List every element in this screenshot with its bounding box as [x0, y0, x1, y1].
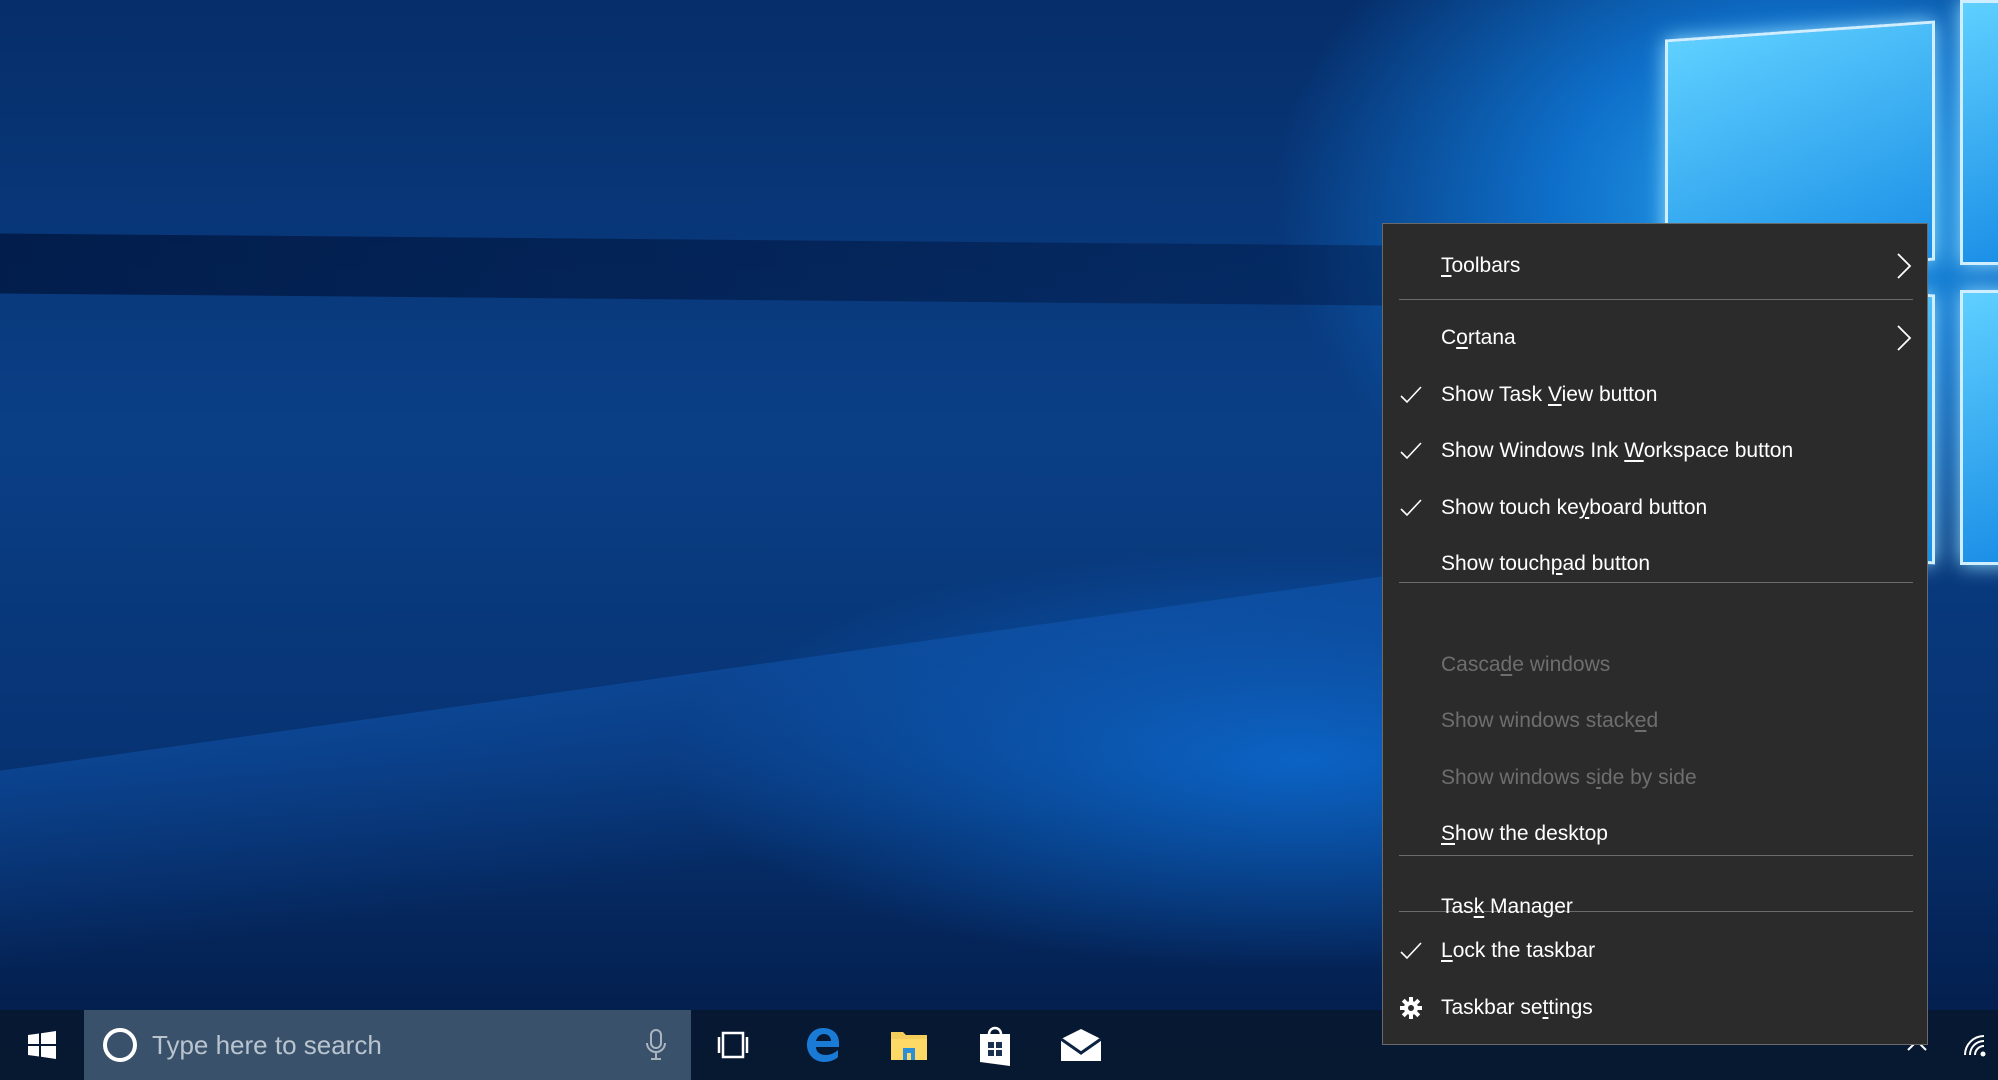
- label-text: de by side: [1600, 766, 1697, 789]
- task-view-button[interactable]: [700, 1010, 766, 1080]
- label-text: ad button: [1562, 552, 1651, 575]
- cortana-icon: [103, 1028, 137, 1062]
- edge-icon: [807, 1028, 839, 1062]
- label-text: d: [1646, 709, 1659, 732]
- search-input[interactable]: Type here to search: [152, 1030, 382, 1061]
- chevron-right-icon: [1897, 253, 1912, 279]
- menu-item-label: Show windows stacked: [1441, 709, 1658, 733]
- store-icon: [980, 1026, 1010, 1066]
- access-key: e: [1634, 709, 1647, 732]
- label-text: Show touch ke: [1441, 496, 1579, 519]
- menu-item-label: Cortana: [1441, 326, 1516, 350]
- checkmark-icon: [1400, 942, 1422, 960]
- label-text: rtana: [1467, 326, 1516, 349]
- label-text: Taskbar se: [1441, 996, 1543, 1019]
- access-key: W: [1624, 439, 1644, 462]
- access-key: y: [1578, 496, 1590, 519]
- menu-item-toolbars[interactable]: Toolbars: [1383, 238, 1927, 294]
- wifi-icon: [1964, 1035, 1986, 1057]
- checkmark-icon: [1400, 386, 1422, 404]
- menu-separator: [1399, 299, 1913, 300]
- access-key: d: [1500, 653, 1513, 676]
- menu-item-label: Taskbar settings: [1441, 996, 1593, 1020]
- menu-item-taskbar-settings[interactable]: Taskbar settings: [1383, 980, 1927, 1036]
- label-text: Casca: [1441, 653, 1501, 676]
- taskbar-context-menu: Toolbars Cortana Show Task View button Show…: [1382, 223, 1928, 1045]
- menu-item-show-desktop[interactable]: Show the desktop: [1383, 806, 1927, 862]
- label-text: e windows: [1512, 653, 1611, 676]
- microphone-icon[interactable]: [645, 1028, 667, 1062]
- label-text: Show touch: [1441, 552, 1551, 575]
- menu-item-label: Show touchpad button: [1441, 552, 1650, 576]
- label-text: ock the taskbar: [1452, 939, 1596, 962]
- windows-logo-pane: [1960, 0, 1998, 265]
- menu-item-cortana[interactable]: Cortana: [1383, 310, 1927, 366]
- windows-logo-pane: [1960, 290, 1998, 565]
- access-key: T: [1441, 254, 1452, 277]
- access-key: L: [1441, 939, 1453, 962]
- label-text: tings: [1548, 996, 1593, 1019]
- access-key: p: [1550, 552, 1563, 575]
- search-box[interactable]: Type here to search: [84, 1010, 691, 1080]
- label-text: board button: [1589, 496, 1708, 519]
- label-text: C: [1441, 326, 1457, 349]
- wallpaper-shadow-band: [0, 233, 1500, 307]
- menu-item-label: Toolbars: [1441, 254, 1520, 278]
- label-text: oolbars: [1451, 254, 1521, 277]
- edge-taskbar-button[interactable]: [790, 1010, 856, 1080]
- menu-item-lock-taskbar[interactable]: Lock the taskbar: [1383, 923, 1927, 979]
- menu-item-label: Task Manager: [1441, 895, 1573, 919]
- file-explorer-button[interactable]: [876, 1010, 942, 1080]
- label-text: Show windows s: [1441, 766, 1597, 789]
- label-text: iew button: [1561, 383, 1658, 406]
- menu-item-label: Show Windows Ink Workspace button: [1441, 439, 1793, 463]
- menu-item-show-task-view[interactable]: Show Task View button: [1383, 367, 1927, 423]
- menu-item-show-ink-workspace[interactable]: Show Windows Ink Workspace button: [1383, 423, 1927, 479]
- access-key: V: [1548, 383, 1562, 406]
- menu-item-show-windows-stacked: Show windows stacked: [1383, 693, 1927, 749]
- folder-icon: [891, 1032, 927, 1060]
- start-button[interactable]: [0, 1010, 84, 1080]
- label-text: how the desktop: [1455, 822, 1608, 845]
- menu-item-label: Lock the taskbar: [1441, 939, 1595, 963]
- label-text: Show Windows Ink: [1441, 439, 1625, 462]
- menu-item-label: Show touch keyboard button: [1441, 496, 1707, 520]
- store-button[interactable]: [962, 1010, 1028, 1080]
- menu-item-cascade-windows: Cascade windows: [1383, 637, 1927, 693]
- label-text: Show Task: [1441, 383, 1548, 406]
- windows-start-icon: [28, 1031, 56, 1059]
- menu-item-show-touchpad[interactable]: Show touchpad button: [1383, 536, 1927, 592]
- access-key: k: [1473, 895, 1485, 918]
- menu-item-label: Show the desktop: [1441, 822, 1608, 846]
- mail-icon: [1060, 1029, 1102, 1061]
- access-key: S: [1441, 822, 1456, 845]
- label-text: orkspace button: [1643, 439, 1794, 462]
- gear-icon: [1400, 997, 1422, 1019]
- task-view-icon: [717, 1031, 749, 1059]
- menu-item-label: Show Task View button: [1441, 383, 1657, 407]
- label-text: Manager: [1484, 895, 1573, 918]
- chevron-right-icon: [1897, 325, 1912, 351]
- checkmark-icon: [1400, 442, 1422, 460]
- mail-button[interactable]: [1048, 1010, 1114, 1080]
- network-button[interactable]: [1955, 1010, 1995, 1080]
- label-text: Tas: [1441, 895, 1474, 918]
- wallpaper-light-beam: [0, 560, 1500, 971]
- menu-item-show-touch-keyboard[interactable]: Show touch keyboard button: [1383, 480, 1927, 536]
- access-key: o: [1456, 326, 1468, 349]
- menu-item-label: Show windows side by side: [1441, 766, 1697, 790]
- checkmark-icon: [1400, 499, 1422, 517]
- menu-item-label: Cascade windows: [1441, 653, 1610, 677]
- label-text: Show windows stack: [1441, 709, 1635, 732]
- menu-item-show-windows-side-by-side: Show windows side by side: [1383, 750, 1927, 806]
